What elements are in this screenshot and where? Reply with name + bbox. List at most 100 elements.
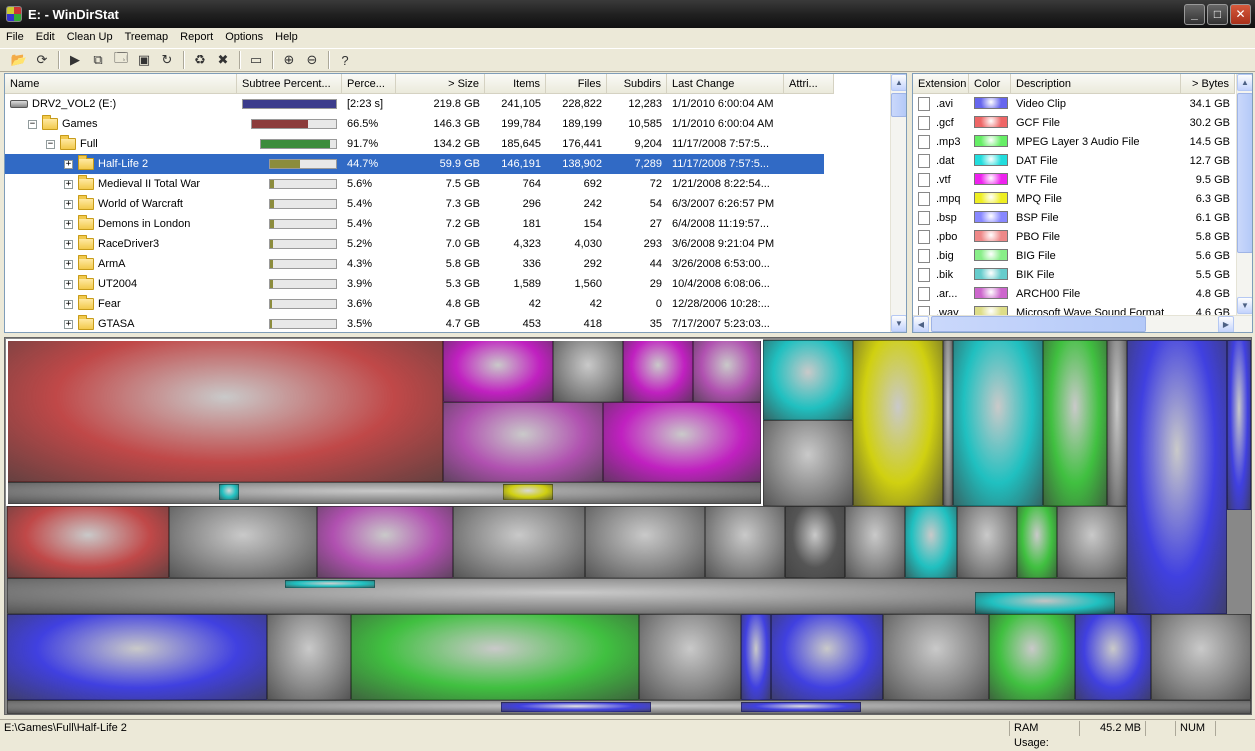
help-icon[interactable]: ? (334, 49, 356, 71)
scroll-up-button[interactable]: ▲ (891, 74, 906, 91)
play-icon[interactable]: ▶ (64, 49, 86, 71)
menu-report[interactable]: Report (174, 28, 219, 47)
tree-row[interactable]: + ArmA 4.3% 5.8 GB 336 292 44 3/26/2008 6:53:00… (5, 254, 824, 274)
treemap-tile[interactable] (705, 506, 785, 578)
treemap-tile[interactable] (553, 340, 623, 402)
ext-scroll-down-button[interactable]: ▼ (1237, 297, 1252, 314)
treemap-tile[interactable] (771, 614, 883, 700)
expand-icon[interactable]: + (64, 219, 73, 229)
treemap-tile[interactable] (1075, 614, 1151, 700)
windirstat-app-icon[interactable] (6, 6, 22, 22)
extension-row[interactable]: .ar... ARCH00 File 4.8 GB (913, 284, 1235, 303)
ext-column-header-0[interactable]: Extension (913, 74, 969, 94)
treemap-tile[interactable] (905, 506, 957, 578)
treemap-tile[interactable] (285, 580, 375, 588)
tree-row[interactable]: + Medieval II Total War 5.6% 7.5 GB 764 692 72… (5, 174, 824, 194)
column-header-8[interactable]: Attri... (784, 74, 834, 94)
treemap-tile[interactable] (351, 614, 639, 700)
scroll-thumb[interactable] (891, 93, 906, 117)
refresh-icon[interactable]: ⟳ (31, 49, 53, 71)
column-header-4[interactable]: Items (485, 74, 546, 94)
new-folder-icon[interactable]: ▭ (245, 49, 267, 71)
ext-scroll-thumb[interactable] (1237, 93, 1252, 253)
treemap-tile[interactable] (693, 340, 761, 402)
refresh-green-icon[interactable]: ↻ (156, 49, 178, 71)
ext-column-header-1[interactable]: Color (969, 74, 1011, 94)
column-header-6[interactable]: Subdirs (607, 74, 667, 94)
zoom-in-icon[interactable]: ⊕ (278, 49, 300, 71)
treemap-tile[interactable] (317, 506, 453, 578)
treemap-tile[interactable] (741, 702, 861, 712)
treemap-tile[interactable] (443, 402, 603, 482)
copy-icon[interactable]: ⧉ (87, 49, 109, 71)
directory-list[interactable]: Name Subtree Percent... Perce... > Size Item… (4, 73, 907, 333)
extension-vertical-scrollbar[interactable]: ▲ ▼ (1236, 74, 1252, 315)
extension-row[interactable]: .mp3 MPEG Layer 3 Audio File 14.5 GB (913, 132, 1235, 151)
treemap-tile[interactable] (1057, 506, 1127, 578)
scroll-down-button[interactable]: ▼ (891, 315, 906, 332)
treemap-tile[interactable] (763, 420, 853, 506)
treemap-tile[interactable] (603, 402, 761, 482)
treemap-tile[interactable] (763, 340, 853, 420)
extension-row[interactable]: .gcf GCF File 30.2 GB (913, 113, 1235, 132)
treemap-tile[interactable] (953, 340, 1043, 506)
menu-file[interactable]: File (0, 28, 30, 47)
recycle-icon[interactable]: ♻ (189, 49, 211, 71)
expand-icon[interactable]: + (64, 299, 73, 309)
extension-row[interactable]: .dat DAT File 12.7 GB (913, 151, 1235, 170)
treemap-tile[interactable] (989, 614, 1075, 700)
expand-icon[interactable]: + (64, 259, 73, 269)
collapse-icon[interactable]: − (28, 119, 37, 129)
explorer-icon[interactable]: 🗔 (110, 49, 132, 71)
extension-row[interactable]: .vtf VTF File 9.5 GB (913, 170, 1235, 189)
menu-options[interactable]: Options (219, 28, 269, 47)
extension-row[interactable]: .bik BIK File 5.5 GB (913, 265, 1235, 284)
extension-row[interactable]: .avi Video Clip 34.1 GB (913, 94, 1235, 113)
directory-vertical-scrollbar[interactable]: ▲ ▼ (890, 74, 906, 332)
ext-hscroll-thumb[interactable] (931, 316, 1146, 332)
extension-list[interactable]: Extension Color Description > Bytes .avi Vid… (912, 73, 1253, 333)
tree-row[interactable]: DRV2_VOL2 (E:) [2:23 s] 219.8 GB 241,105 228… (5, 94, 824, 114)
treemap-tile[interactable] (267, 614, 351, 700)
tree-row[interactable]: + RaceDriver3 5.2% 7.0 GB 4,323 4,030 293 3/6/2… (5, 234, 824, 254)
treemap-tile[interactable] (7, 506, 169, 578)
tree-row[interactable]: + UT2004 3.9% 5.3 GB 1,589 1,560 29 10/4/2008 6… (5, 274, 824, 294)
open-icon[interactable]: 📂 (8, 49, 30, 71)
expand-icon[interactable]: + (64, 159, 73, 169)
tree-row[interactable]: + World of Warcraft 5.4% 7.3 GB 296 242 54 6/3/… (5, 194, 824, 214)
ext-scroll-up-button[interactable]: ▲ (1237, 74, 1252, 91)
treemap-tile[interactable] (219, 484, 239, 500)
treemap-tile[interactable] (1107, 340, 1127, 506)
tree-row[interactable]: + Half-Life 2 44.7% 59.9 GB 146,191 138,902 7,… (5, 154, 824, 174)
extension-row[interactable]: .pbo PBO File 5.8 GB (913, 227, 1235, 246)
treemap-tile[interactable] (741, 614, 771, 700)
treemap-tile[interactable] (7, 578, 1127, 614)
column-header-0[interactable]: Name (5, 74, 237, 94)
treemap-tile[interactable] (623, 340, 693, 402)
treemap-tile[interactable] (853, 340, 943, 506)
treemap-tile[interactable] (957, 506, 1017, 578)
expand-icon[interactable]: + (64, 279, 73, 289)
treemap-tile[interactable] (7, 614, 267, 700)
extension-row[interactable]: .mpq MPQ File 6.3 GB (913, 189, 1235, 208)
expand-icon[interactable]: + (64, 179, 73, 189)
column-header-1[interactable]: Subtree Percent... (237, 74, 342, 94)
menu-treemap[interactable]: Treemap (119, 28, 175, 47)
treemap-tile[interactable] (639, 614, 741, 700)
column-header-5[interactable]: Files (546, 74, 607, 94)
tree-row[interactable]: + Fear 3.6% 4.8 GB 42 42 0 12/28/2006 10:28:... (5, 294, 824, 314)
extension-row[interactable]: .bsp BSP File 6.1 GB (913, 208, 1235, 227)
collapse-icon[interactable]: − (46, 139, 55, 149)
command-prompt-icon[interactable]: ▣ (133, 49, 155, 71)
treemap-tile[interactable] (443, 340, 553, 402)
ext-column-header-2[interactable]: Description (1011, 74, 1181, 94)
expand-icon[interactable]: + (64, 239, 73, 249)
treemap-tile[interactable] (975, 592, 1115, 614)
close-button[interactable]: ✕ (1230, 3, 1251, 25)
treemap-tile[interactable] (845, 506, 905, 578)
delete-icon[interactable]: ✖ (212, 49, 234, 71)
treemap-tile[interactable] (1227, 340, 1251, 510)
expand-icon[interactable]: + (64, 319, 73, 329)
menu-help[interactable]: Help (269, 28, 304, 47)
tree-row[interactable]: + Demons in London 5.4% 7.2 GB 181 154 27 6/4/2… (5, 214, 824, 234)
